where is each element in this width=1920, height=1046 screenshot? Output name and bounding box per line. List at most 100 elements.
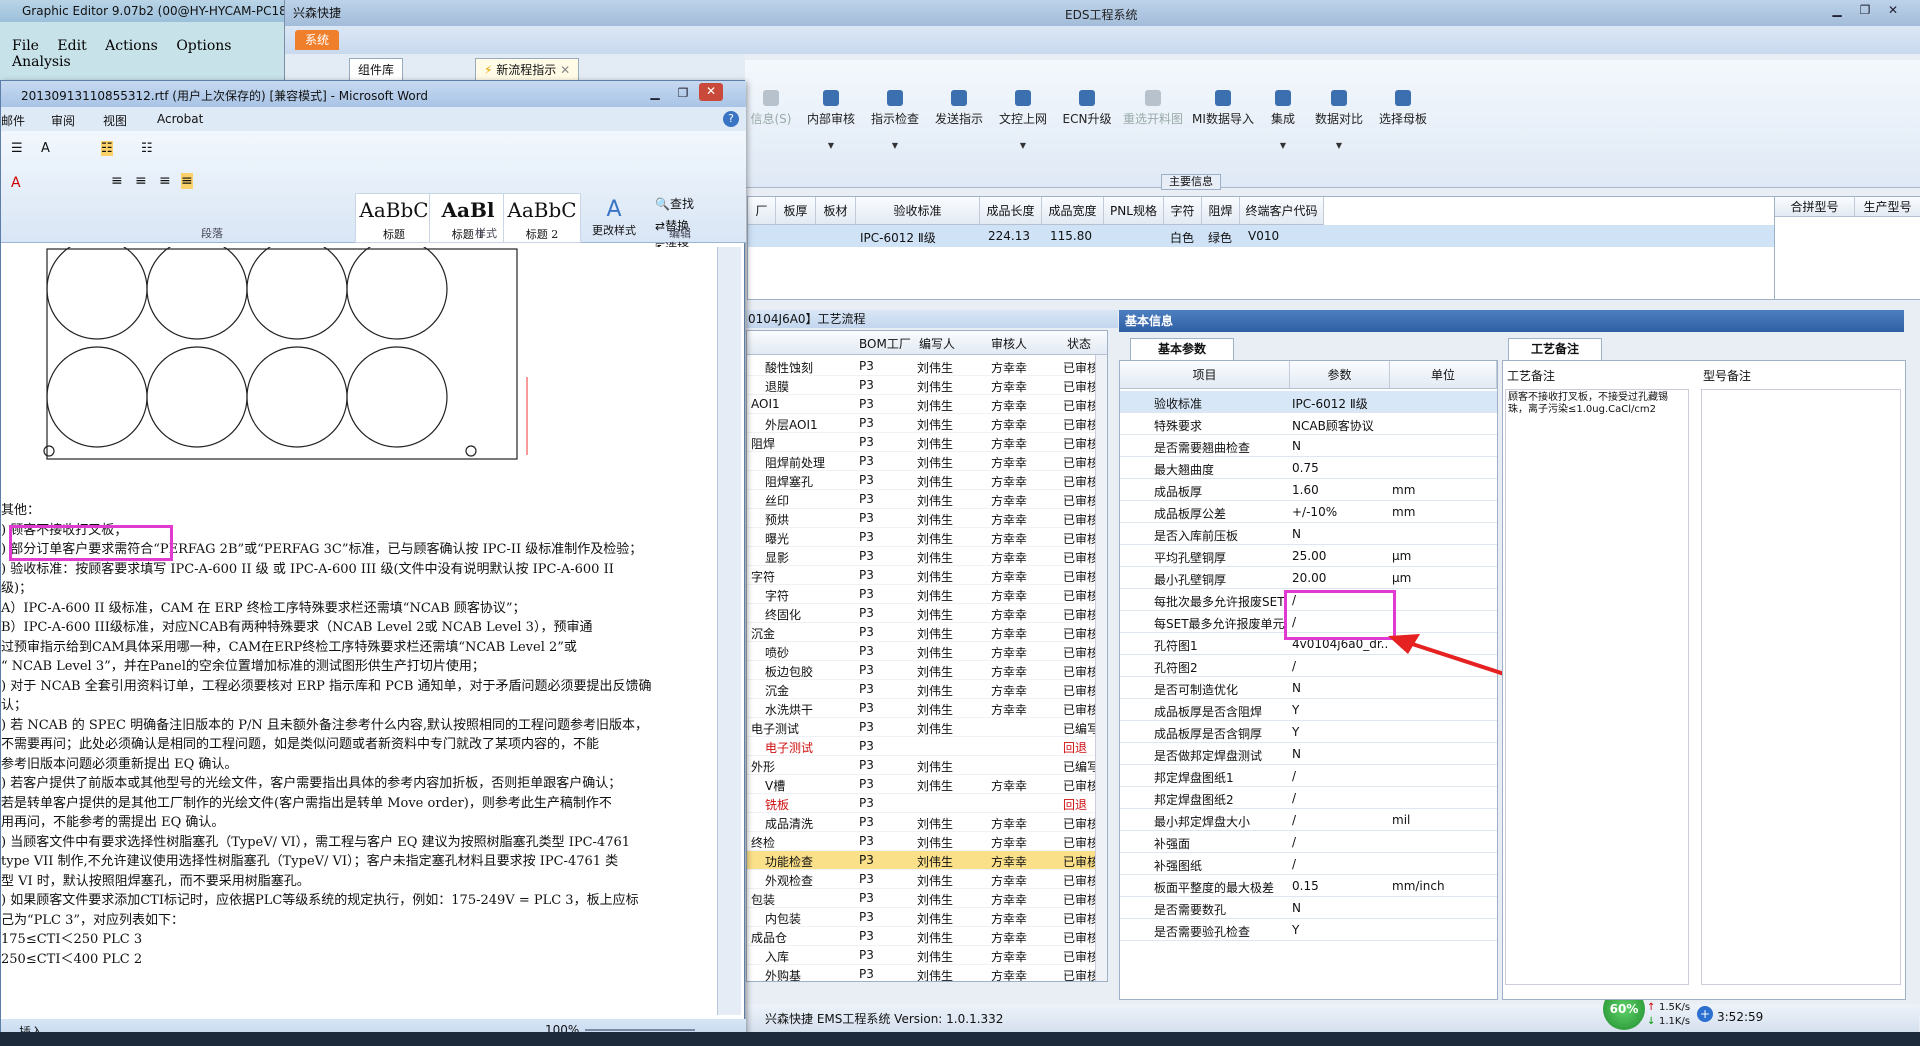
menu-file[interactable]: File: [12, 38, 39, 54]
help-icon[interactable]: ?: [723, 111, 739, 127]
grid-col-char[interactable]: 字符: [1164, 197, 1202, 225]
process-row[interactable]: 外形 P3 刘伟生 已编写: [747, 756, 1099, 775]
font-tools-icon[interactable]: A: [41, 141, 50, 156]
param-value[interactable]: N: [1292, 747, 1387, 761]
param-row[interactable]: 成品板厚 1.60 mm: [1120, 479, 1497, 501]
param-value[interactable]: 20.00: [1292, 571, 1387, 585]
param-row[interactable]: 特殊要求 NCAB顾客协议: [1120, 413, 1497, 435]
process-row[interactable]: 内包装 P3 刘伟生 方幸幸 已审核: [747, 908, 1099, 927]
param-row[interactable]: 邦定焊盘图纸1 /: [1120, 765, 1497, 787]
ribbon-compare-button[interactable]: 数据对比 ▼: [1309, 90, 1369, 150]
word-minimize-icon[interactable]: ▁: [643, 85, 667, 103]
dropdown-arrow-icon[interactable]: ▼: [1309, 141, 1369, 150]
ribbon-info-button[interactable]: 信息(S): [745, 90, 797, 127]
ribbon-publish-button[interactable]: 文控上网 ▼: [993, 90, 1053, 150]
tab-component-library[interactable]: 组件库: [349, 58, 404, 80]
process-row[interactable]: 终检 P3 刘伟生 方幸幸 已审核: [747, 832, 1099, 851]
restore-icon[interactable]: ❐: [1853, 2, 1877, 20]
bullets-icon[interactable]: ☰: [11, 141, 23, 156]
param-value[interactable]: /: [1292, 769, 1387, 783]
align-right-icon[interactable]: ≡: [159, 173, 171, 189]
param-value[interactable]: Y: [1292, 725, 1387, 739]
align-left-icon[interactable]: ≡: [111, 173, 123, 189]
param-value[interactable]: /: [1292, 659, 1387, 673]
param-value[interactable]: /: [1292, 835, 1387, 849]
process-row[interactable]: 酸性蚀刻 P3 刘伟生 方幸幸 已审核: [747, 357, 1099, 376]
param-row[interactable]: 是否需要数孔 N: [1120, 897, 1497, 919]
process-row[interactable]: 阻焊前处理 P3 刘伟生 方幸幸 已审核: [747, 452, 1099, 471]
process-row[interactable]: AOI1 P3 刘伟生 方幸幸 已审核: [747, 395, 1099, 414]
dropdown-arrow-icon[interactable]: ▼: [801, 141, 861, 150]
process-row[interactable]: 成品清洗 P3 刘伟生 方幸幸 已审核: [747, 813, 1099, 832]
param-value[interactable]: 25.00: [1292, 549, 1387, 563]
process-row[interactable]: 沉金 P3 刘伟生 方幸幸 已审核: [747, 680, 1099, 699]
process-row[interactable]: 沉金 P3 刘伟生 方幸幸 已审核: [747, 623, 1099, 642]
param-row[interactable]: 最大翘曲度 0.75: [1120, 457, 1497, 479]
numbering-icon[interactable]: ☷: [101, 141, 113, 156]
menu-edit[interactable]: Edit: [57, 38, 86, 54]
menu-analysis[interactable]: Analysis: [12, 54, 71, 70]
model-remark-textarea[interactable]: [1701, 389, 1901, 985]
param-value[interactable]: /: [1292, 813, 1387, 827]
param-row[interactable]: 是否做邦定焊盘测试 N: [1120, 743, 1497, 765]
grid-col-standard[interactable]: 验收标准: [856, 197, 980, 225]
param-value[interactable]: Y: [1292, 923, 1387, 937]
tab-process-remark[interactable]: 工艺备注: [1508, 338, 1602, 360]
param-value[interactable]: NCAB顾客协议: [1292, 417, 1387, 434]
process-row[interactable]: 外层AOI1 P3 刘伟生 方幸幸 已审核: [747, 414, 1099, 433]
grid-col-mask[interactable]: 阻焊: [1202, 197, 1240, 225]
process-row[interactable]: 字符 P3 刘伟生 方幸幸 已审核: [747, 566, 1099, 585]
process-row[interactable]: 丝印 P3 刘伟生 方幸幸 已审核: [747, 490, 1099, 509]
param-value[interactable]: /: [1292, 857, 1387, 871]
ribbon-send-button[interactable]: 发送指示: [929, 90, 989, 127]
plus-icon[interactable]: +: [1697, 1006, 1713, 1022]
param-value[interactable]: 0.15: [1292, 879, 1387, 893]
find-button[interactable]: 🔍查找: [655, 193, 694, 215]
process-row[interactable]: 板边包胶 P3 刘伟生 方幸幸 已审核: [747, 661, 1099, 680]
param-row[interactable]: 是否需要翘曲检查 N: [1120, 435, 1497, 457]
grid-col-pnl[interactable]: PNL规格: [1104, 197, 1164, 225]
close-tab-icon[interactable]: ✕: [560, 63, 570, 77]
col-param[interactable]: 参数: [1290, 361, 1390, 389]
tab-review[interactable]: 审阅: [51, 112, 75, 129]
param-row[interactable]: 最小邦定焊盘大小 / mil: [1120, 809, 1497, 831]
style-title[interactable]: AaBbC 标题: [355, 193, 433, 243]
ribbon-internal-review-button[interactable]: 内部审核 ▼: [801, 90, 861, 150]
grid-row-selected[interactable]: IPC-6012 Ⅱ级 224.13 115.80 白色 绿色 V010: [748, 225, 1774, 247]
tab-basic-params[interactable]: 基本参数: [1130, 338, 1234, 360]
multilevel-icon[interactable]: ☷: [141, 141, 153, 156]
process-row[interactable]: 入库 P3 刘伟生 方幸幸 已审核: [747, 946, 1099, 965]
param-value[interactable]: N: [1292, 527, 1387, 541]
menu-options[interactable]: Options: [176, 38, 231, 54]
ribbon-ecn-button[interactable]: ECN升级: [1057, 90, 1117, 127]
ribbon-check-button[interactable]: 指示检查 ▼: [865, 90, 925, 150]
grid-col-factory[interactable]: 厂: [748, 197, 776, 225]
param-value[interactable]: Y: [1292, 703, 1387, 717]
change-styles-button[interactable]: A 更改样式: [587, 197, 641, 238]
process-row[interactable]: 功能检查 P3 刘伟生 方幸幸 已审核: [747, 851, 1099, 870]
process-row[interactable]: 包装 P3 刘伟生 方幸幸 已审核: [747, 889, 1099, 908]
document-page[interactable]: 其他：) 顾客不接收打叉板；) 部分订单客户要求需符合“PERFAG 2B”或“…: [1, 247, 715, 1005]
style-heading2[interactable]: AaBbC 标题 2: [503, 193, 581, 243]
process-row[interactable]: 曝光 P3 刘伟生 方幸幸 已审核: [747, 528, 1099, 547]
process-row[interactable]: 外观检查 P3 刘伟生 方幸幸 已审核: [747, 870, 1099, 889]
grid-col-width[interactable]: 成品宽度: [1042, 197, 1104, 225]
process-row[interactable]: 终固化 P3 刘伟生 方幸幸 已审核: [747, 604, 1099, 623]
process-row[interactable]: 电子测试 P3 回退: [747, 737, 1095, 756]
col-bom[interactable]: BOM工厂: [859, 335, 911, 352]
param-value[interactable]: /: [1292, 791, 1387, 805]
process-row[interactable]: 阻焊塞孔 P3 刘伟生 方幸幸 已审核: [747, 471, 1099, 490]
tab-mailings[interactable]: 邮件: [1, 112, 25, 129]
ribbon-integrate-button[interactable]: 集成 ▼: [1261, 90, 1305, 150]
menu-actions[interactable]: Actions: [105, 38, 158, 54]
tab-new-flow[interactable]: ⚡ 新流程指示 ✕: [475, 58, 580, 80]
process-row[interactable]: 成品仓 P3 刘伟生 方幸幸 已审核: [747, 927, 1099, 946]
process-row[interactable]: 电子测试 P3 刘伟生 已编写: [747, 718, 1099, 737]
param-value[interactable]: 1.60: [1292, 483, 1387, 497]
dropdown-arrow-icon[interactable]: ▼: [865, 141, 925, 150]
param-value[interactable]: N: [1292, 901, 1387, 915]
process-row[interactable]: 铣板 P3 回退: [747, 794, 1095, 813]
col-reviewer[interactable]: 审核人: [991, 335, 1027, 352]
tab-acrobat[interactable]: Acrobat: [157, 112, 203, 126]
param-row[interactable]: 邦定焊盘图纸2 /: [1120, 787, 1497, 809]
